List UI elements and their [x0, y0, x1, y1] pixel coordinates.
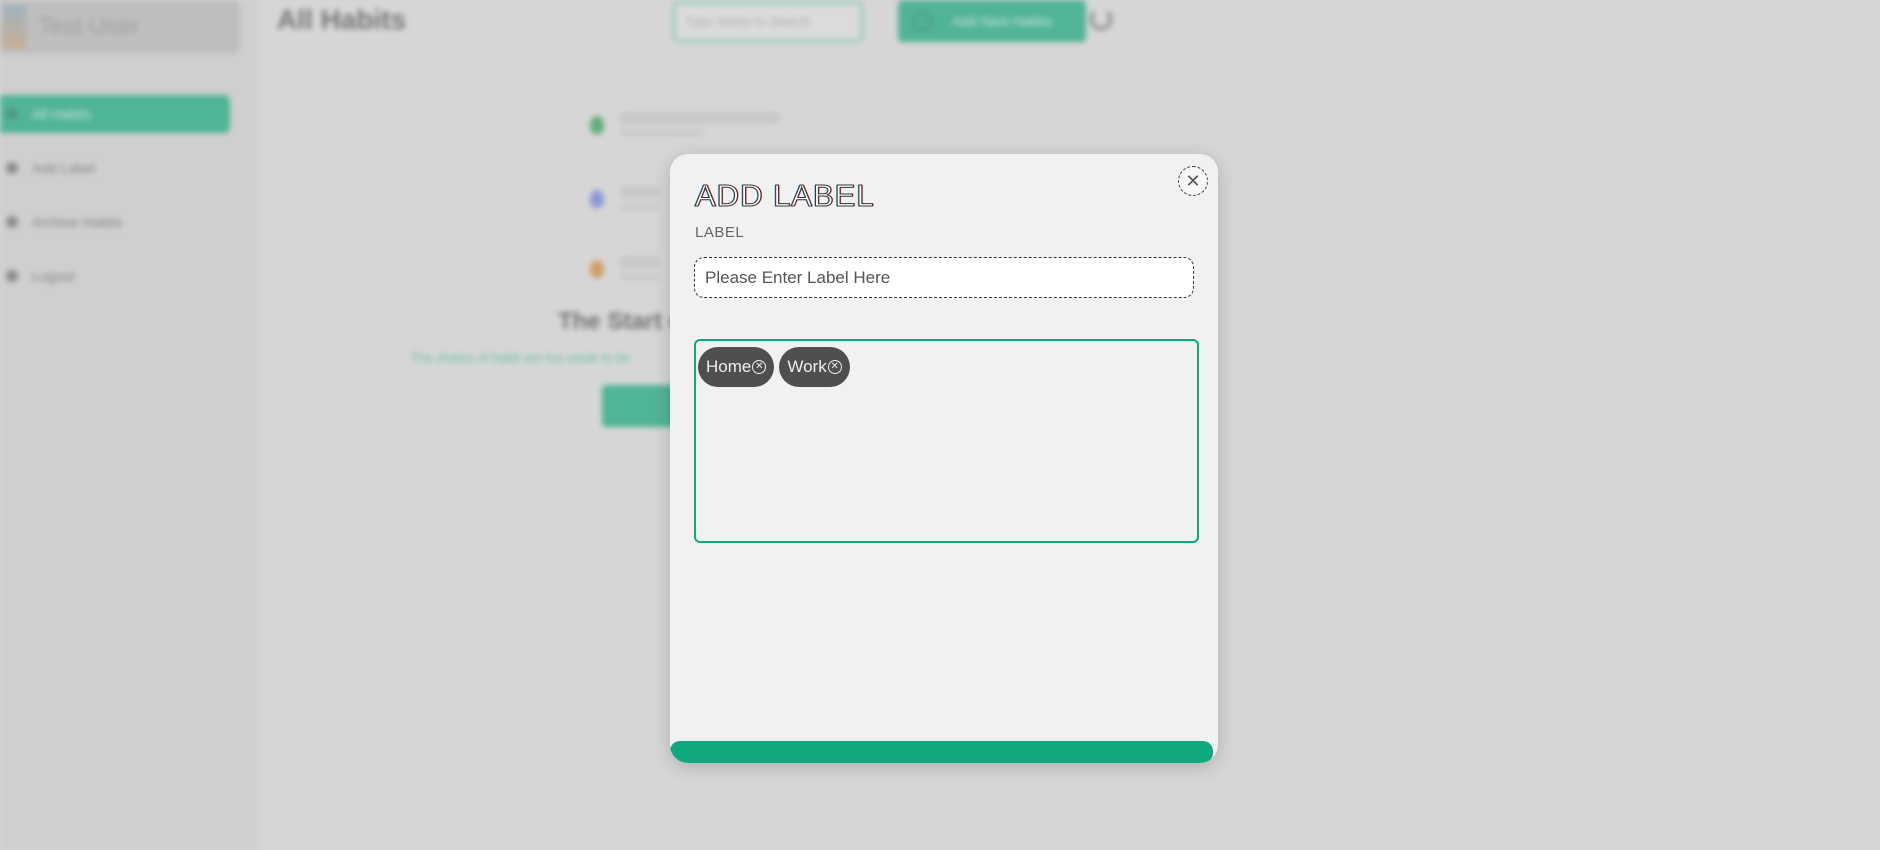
labels-list: Home ✕ Work ✕ — [694, 339, 1199, 543]
close-circle-icon[interactable]: ✕ — [752, 360, 767, 374]
label-chip-text: Home — [706, 357, 752, 376]
modal-title: ADD LABEL — [695, 178, 875, 214]
label-chip[interactable]: Home ✕ — [698, 347, 775, 387]
label-field-label: LABEL — [695, 224, 745, 241]
label-chip[interactable]: Work ✕ — [779, 347, 850, 387]
close-icon: ✕ — [1185, 170, 1201, 191]
close-circle-icon[interactable]: ✕ — [827, 360, 842, 374]
close-button[interactable]: ✕ — [1178, 166, 1208, 196]
submit-button[interactable] — [670, 741, 1213, 763]
add-label-modal: ADD LABEL ✕ LABEL Home ✕ Work ✕ — [670, 154, 1218, 763]
label-input[interactable] — [694, 257, 1194, 298]
label-chip-text: Work — [787, 357, 827, 376]
